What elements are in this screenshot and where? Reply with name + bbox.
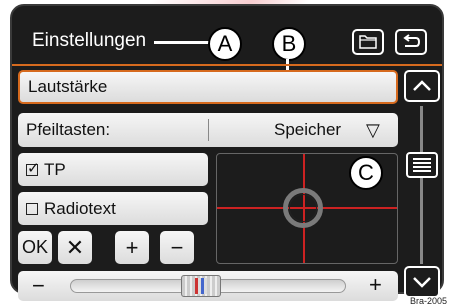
tp-label: TP — [44, 159, 66, 179]
image-code: Bra-2005 — [410, 296, 448, 306]
cancel-button[interactable]: ✕ — [58, 231, 92, 264]
crosshair-inner-ring — [289, 194, 317, 222]
ok-button[interactable]: OK — [18, 231, 52, 264]
volume-slider[interactable]: − + — [18, 271, 398, 301]
checkbox-unchecked-icon — [26, 202, 38, 215]
scroll-track[interactable] — [420, 106, 423, 264]
radiotext-checkbox[interactable]: Radiotext — [18, 192, 208, 225]
slider-thumb[interactable] — [180, 275, 221, 297]
callout-a: A — [208, 27, 242, 61]
scroll-grip-icon[interactable] — [406, 152, 438, 179]
back-arrow-icon — [403, 34, 421, 47]
page-title: Einstellungen — [32, 30, 147, 51]
scroll-up-button[interactable] — [404, 70, 440, 102]
slider-plus-button[interactable]: + — [369, 272, 382, 298]
dropdown-icon: ▽ — [366, 120, 380, 140]
device-screen: Einstellungen A B Lautstärke Pfeiltasten… — [10, 4, 444, 301]
folder-icon — [359, 35, 377, 49]
arrow-keys-value: Speicher — [274, 120, 342, 139]
callout-c: C — [349, 156, 383, 190]
arrow-keys-label: Pfeiltasten: — [26, 120, 111, 139]
volume-label: Lautstärke — [28, 77, 108, 96]
plus-button[interactable]: + — [115, 231, 149, 264]
chevron-up-icon — [413, 80, 431, 91]
scroll-down-button[interactable] — [404, 266, 440, 298]
callout-b: B — [272, 27, 306, 61]
header-divider — [12, 64, 442, 66]
scrollbar[interactable] — [404, 70, 440, 298]
slider-minus-button[interactable]: − — [32, 273, 45, 299]
minus-button[interactable]: − — [160, 231, 194, 264]
chevron-down-icon — [413, 277, 431, 288]
checkbox-checked-icon: ✓ — [26, 159, 40, 177]
tp-checkbox[interactable]: ✓ TP — [18, 153, 208, 186]
folder-button[interactable] — [352, 29, 384, 55]
slider-thumb-grip — [194, 278, 207, 294]
volume-button[interactable]: Lautstärke — [18, 70, 398, 104]
arrow-keys-select[interactable]: Pfeiltasten: Speicher ▽ — [18, 113, 398, 147]
select-divider — [208, 119, 209, 141]
radiotext-label: Radiotext — [44, 198, 116, 218]
callout-a-leader — [154, 41, 210, 44]
back-button[interactable] — [395, 29, 427, 55]
